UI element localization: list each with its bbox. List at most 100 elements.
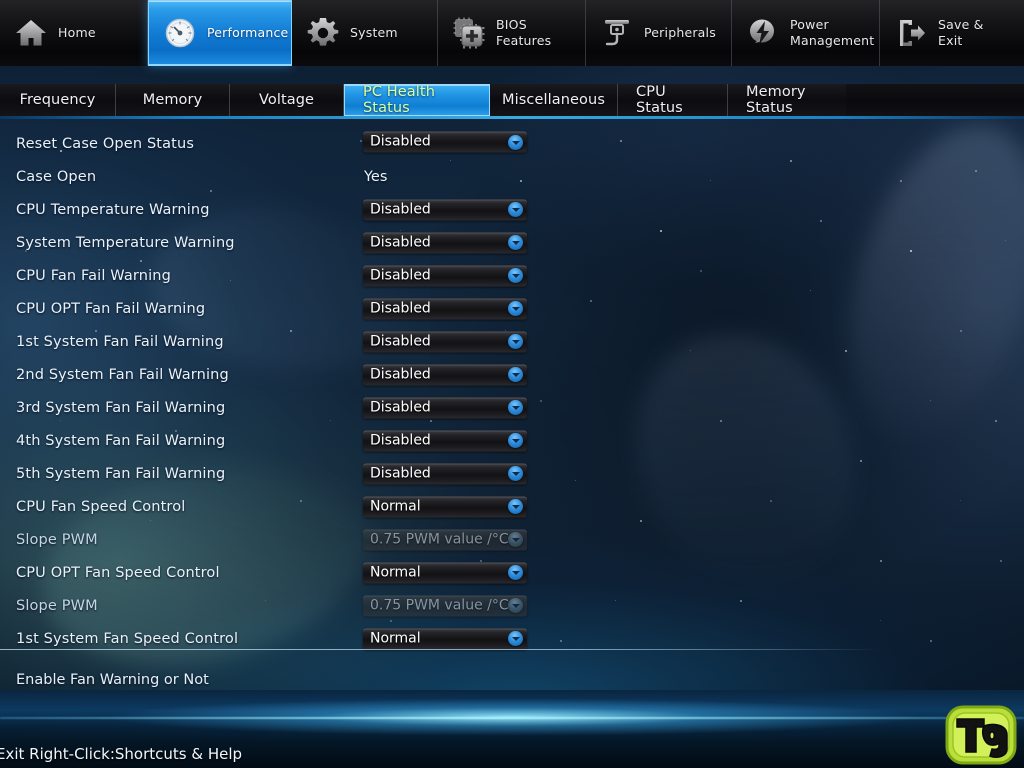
dropdown-value: 0.75 PWM value /°C [370,597,509,613]
status-bar-text: Exit Right-Click:Shortcuts & Help [0,745,243,763]
dropdown-value: Disabled [370,234,431,250]
setting-dropdown[interactable]: Disabled [363,265,527,286]
setting-label: 1st System Fan Fail Warning [16,333,224,350]
setting-dropdown[interactable]: Disabled [363,131,527,153]
setting-label: CPU Temperature Warning [16,201,210,218]
dropdown-value: Normal [370,498,421,514]
setting-label: CPU Fan Fail Warning [16,267,171,284]
nav-item-label: BIOS Features [496,17,552,48]
dropdown-value: Disabled [370,133,431,150]
setting-row: CPU Fan Speed Control Normal [0,490,1024,523]
chevron-down-icon[interactable] [508,134,523,150]
chevron-down-icon[interactable] [508,334,523,349]
setting-row: 5th System Fan Fail Warning Disabled [0,457,1024,490]
setting-row: Slope PWM 0.75 PWM value /°C [0,589,1024,622]
dropdown-value: Disabled [370,366,431,382]
tg-logo [944,704,1018,766]
setting-row: Reset Case Open Status Disabled [0,127,1024,160]
chevron-down-icon[interactable] [508,268,523,283]
setting-row: 1st System Fan Speed Control Normal [0,622,1024,655]
bottom-horizon-line [0,717,1024,719]
setting-label: System Temperature Warning [16,234,235,251]
tab-miscellaneous[interactable]: Miscellaneous [490,84,618,116]
tab-memory[interactable]: Memory [116,84,230,116]
setting-dropdown: 0.75 PWM value /°C [363,529,527,550]
gear-icon [306,16,340,50]
setting-dropdown[interactable]: Normal [363,496,527,517]
setting-row: CPU OPT Fan Speed Control Normal [0,556,1024,589]
nav-item-peripherals[interactable]: Peripherals [586,0,732,66]
chevron-down-icon[interactable] [508,433,523,448]
setting-dropdown[interactable]: Disabled [363,232,527,253]
gauge-icon [163,16,197,50]
setting-dropdown[interactable]: Disabled [363,364,527,385]
nav-item-home[interactable]: Home [0,0,148,66]
setting-value-readonly: Yes [364,168,388,185]
tab-pc-health-status[interactable]: PC Health Status [344,84,490,116]
setting-dropdown[interactable]: Disabled [363,199,527,220]
nav-item-label: Home [58,25,96,41]
chevron-down-icon[interactable] [508,235,523,250]
chevron-down-icon[interactable] [508,301,523,316]
chevron-down-icon[interactable] [508,367,523,382]
setting-label: Slope PWM [16,531,98,548]
chevron-down-icon[interactable] [508,466,523,481]
sub-tab-bar: Frequency Memory Voltage PC Health Status Mi… [0,84,1024,116]
nav-item-label: Performance [207,24,289,40]
tab-cpu-status[interactable]: CPU Status [618,84,728,116]
settings-list: Reset Case Open Status Disabled Case Open Y… [0,120,1024,690]
setting-row: 1st System Fan Fail Warning Disabled [0,325,1024,358]
setting-row: CPU OPT Fan Fail Warning Disabled [0,292,1024,325]
nav-item-performance[interactable]: Performance [148,0,292,66]
nav-item-label: Save & Exit [938,17,984,48]
help-divider [0,649,1024,650]
nav-item-system[interactable]: System [292,0,438,66]
dropdown-value: Disabled [370,432,431,448]
nav-item-save-exit[interactable]: Save & Exit [880,0,1024,66]
chevron-down-icon[interactable] [508,202,523,217]
setting-row: CPU Fan Fail Warning Disabled [0,259,1024,292]
dropdown-value: Normal [370,564,421,580]
sub-tab-underline [0,116,1024,119]
setting-dropdown[interactable]: Disabled [363,430,527,451]
setting-label: 3rd System Fan Fail Warning [16,399,226,416]
home-icon [14,16,48,50]
setting-dropdown[interactable]: Normal [363,562,527,583]
setting-label: Reset Case Open Status [16,135,195,152]
dropdown-value: 0.75 PWM value /°C [370,531,509,547]
status-bar: Exit Right-Click:Shortcuts & Help [0,740,1024,768]
setting-label: CPU OPT Fan Fail Warning [16,300,206,317]
chevron-down-icon [508,598,523,613]
peripherals-icon [600,16,634,50]
chevron-down-icon[interactable] [508,400,523,415]
chevron-down-icon[interactable] [508,631,523,646]
setting-row: Slope PWM 0.75 PWM value /°C [0,523,1024,556]
dropdown-value: Normal [370,630,421,646]
setting-label: 5th System Fan Fail Warning [16,465,226,482]
nav-item-power-management[interactable]: Power Management [732,0,880,66]
tab-memory-status[interactable]: Memory Status [728,84,846,116]
dropdown-value: Disabled [370,333,431,349]
main-navigation-bar: Home Performance System BIOS Features Pe… [0,0,1024,66]
help-text: Enable Fan Warning or Not [16,672,209,688]
setting-dropdown[interactable]: Disabled [363,331,527,352]
setting-dropdown[interactable]: Normal [363,628,527,649]
setting-dropdown[interactable]: Disabled [363,463,527,484]
tab-voltage[interactable]: Voltage [230,84,344,116]
power-bolt-icon [746,16,780,50]
setting-row: System Temperature Warning Disabled [0,226,1024,259]
chevron-down-icon[interactable] [508,499,523,514]
setting-label: 1st System Fan Speed Control [16,630,239,647]
tab-frequency[interactable]: Frequency [0,84,116,116]
exit-door-icon [894,16,928,50]
setting-label: CPU Fan Speed Control [16,498,186,515]
setting-row: 2nd System Fan Fail Warning Disabled [0,358,1024,391]
chevron-down-icon [508,532,523,547]
dropdown-value: Disabled [370,267,431,283]
setting-dropdown[interactable]: Disabled [363,397,527,418]
chevron-down-icon[interactable] [508,565,523,580]
nav-item-bios-features[interactable]: BIOS Features [438,0,586,66]
bios-setup-screen: Home Performance System BIOS Features Pe… [0,0,1024,768]
setting-dropdown[interactable]: Disabled [363,298,527,319]
setting-label: CPU OPT Fan Speed Control [16,564,220,581]
